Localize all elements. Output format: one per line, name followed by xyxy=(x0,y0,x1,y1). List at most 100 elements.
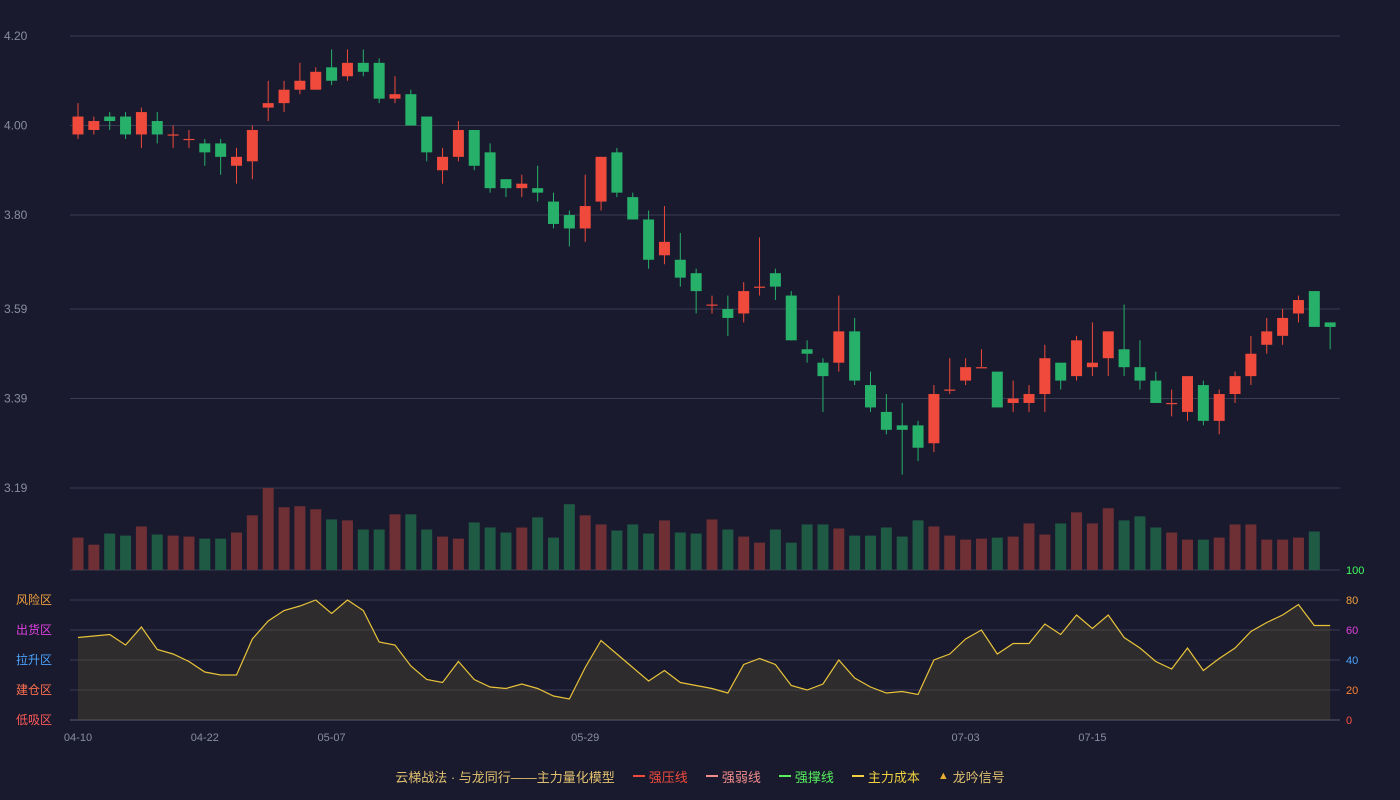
indicator-tick-label: 20 xyxy=(1346,685,1358,697)
zone-label: 低吸区 xyxy=(16,713,52,727)
candle xyxy=(975,349,987,369)
solid-line-icon xyxy=(632,775,645,777)
candle xyxy=(231,147,242,184)
candle-body xyxy=(341,62,353,77)
candle xyxy=(1023,385,1035,412)
candle xyxy=(643,210,655,269)
candle-body xyxy=(1071,340,1083,377)
candle-body xyxy=(722,308,734,318)
stock-chart: 3.19 3.39 3.59 3.80 4.00 4.20 低吸区 建仓区 拉升区 出货区 风险区… xyxy=(4,29,1364,744)
candle-body xyxy=(1118,349,1130,368)
volume-bar xyxy=(120,535,132,570)
candle xyxy=(405,89,417,126)
candle xyxy=(500,179,512,198)
legend-resistance-line[interactable]: 强压线 xyxy=(632,767,688,786)
volume-bar xyxy=(135,526,147,570)
candle-body xyxy=(421,116,433,153)
volume-bar xyxy=(928,526,940,570)
candle xyxy=(389,76,401,104)
candle-body xyxy=(516,183,528,189)
candle-body xyxy=(880,411,892,430)
volume-bar xyxy=(896,536,908,570)
volume-bar xyxy=(278,507,290,570)
volume-bar xyxy=(468,522,480,570)
volume-bar xyxy=(674,532,686,570)
candle-body xyxy=(754,286,766,288)
volume-bar xyxy=(310,509,322,570)
candle-body xyxy=(532,188,544,193)
volume-bar xyxy=(690,533,702,570)
candle-body xyxy=(1229,376,1241,395)
candle xyxy=(294,62,306,95)
volume-bar xyxy=(231,532,242,570)
candle-body xyxy=(484,152,496,189)
candle-body xyxy=(1197,385,1209,421)
volume-bar xyxy=(627,524,639,570)
candle xyxy=(801,340,813,363)
volume-bar xyxy=(1023,523,1035,570)
candle xyxy=(1150,371,1162,403)
volume-bar xyxy=(500,532,512,570)
candle-body xyxy=(1134,367,1146,381)
candle-body xyxy=(167,134,179,136)
candle xyxy=(738,282,750,323)
candle xyxy=(706,295,718,314)
candle-body xyxy=(500,179,512,189)
legend-strength-line[interactable]: 强弱线 xyxy=(705,767,761,786)
indicator-tick-label: 60 xyxy=(1346,625,1358,637)
price-tick-label: 3.39 xyxy=(4,391,28,405)
legend-signal[interactable]: ▲ 龙吟信号 xyxy=(938,767,1005,786)
volume-bar xyxy=(373,529,385,570)
volume-bar xyxy=(452,538,464,570)
volume-bar xyxy=(104,533,116,570)
volume-bar xyxy=(215,538,227,570)
candle-body xyxy=(548,201,559,224)
volume-bar xyxy=(199,538,211,570)
legend-main-cost-label: 主力成本 xyxy=(867,769,920,785)
candle xyxy=(278,80,290,113)
candle-body xyxy=(1007,398,1019,403)
candle xyxy=(1292,295,1304,323)
indicator-tick-label: 0 xyxy=(1346,715,1352,727)
candle-body xyxy=(690,273,702,292)
candle xyxy=(722,295,734,336)
candle xyxy=(1261,317,1273,354)
legend-main-cost[interactable]: 主力成本 xyxy=(851,767,920,786)
candle xyxy=(373,58,385,104)
candle xyxy=(849,317,861,386)
candle xyxy=(468,129,480,171)
candle-body xyxy=(452,129,464,157)
volume-series xyxy=(72,488,1320,570)
volume-bar xyxy=(294,506,306,570)
candle-body xyxy=(72,116,84,135)
price-tick-label: 4.00 xyxy=(4,119,28,133)
volume-bar xyxy=(722,529,734,570)
indicator-tick-label: 100 xyxy=(1346,565,1364,577)
candle xyxy=(532,165,544,202)
candle xyxy=(1324,322,1336,350)
volume-bar xyxy=(944,535,956,570)
candle xyxy=(896,402,908,475)
candle xyxy=(1245,335,1257,386)
triangle-icon: ▲ xyxy=(937,770,949,782)
candle-body xyxy=(135,112,147,135)
volume-bar xyxy=(1118,520,1130,570)
volume-bar xyxy=(167,535,179,570)
candle xyxy=(960,358,972,386)
legend-support-line[interactable]: 强撑线 xyxy=(778,767,834,786)
volume-bar xyxy=(975,538,987,570)
candle-body xyxy=(928,394,940,444)
candle-body xyxy=(944,389,956,391)
volume-bar xyxy=(801,524,813,570)
candle xyxy=(1166,389,1178,417)
candle-body xyxy=(1039,358,1051,395)
candle-body xyxy=(120,116,132,135)
candle-body xyxy=(310,71,322,90)
candle xyxy=(341,49,353,81)
volume-bar xyxy=(595,524,607,570)
volume-bar xyxy=(72,537,84,570)
candle-body xyxy=(199,143,211,153)
volume-bar xyxy=(1229,524,1241,570)
candle-body xyxy=(643,219,655,260)
candle xyxy=(928,385,940,453)
